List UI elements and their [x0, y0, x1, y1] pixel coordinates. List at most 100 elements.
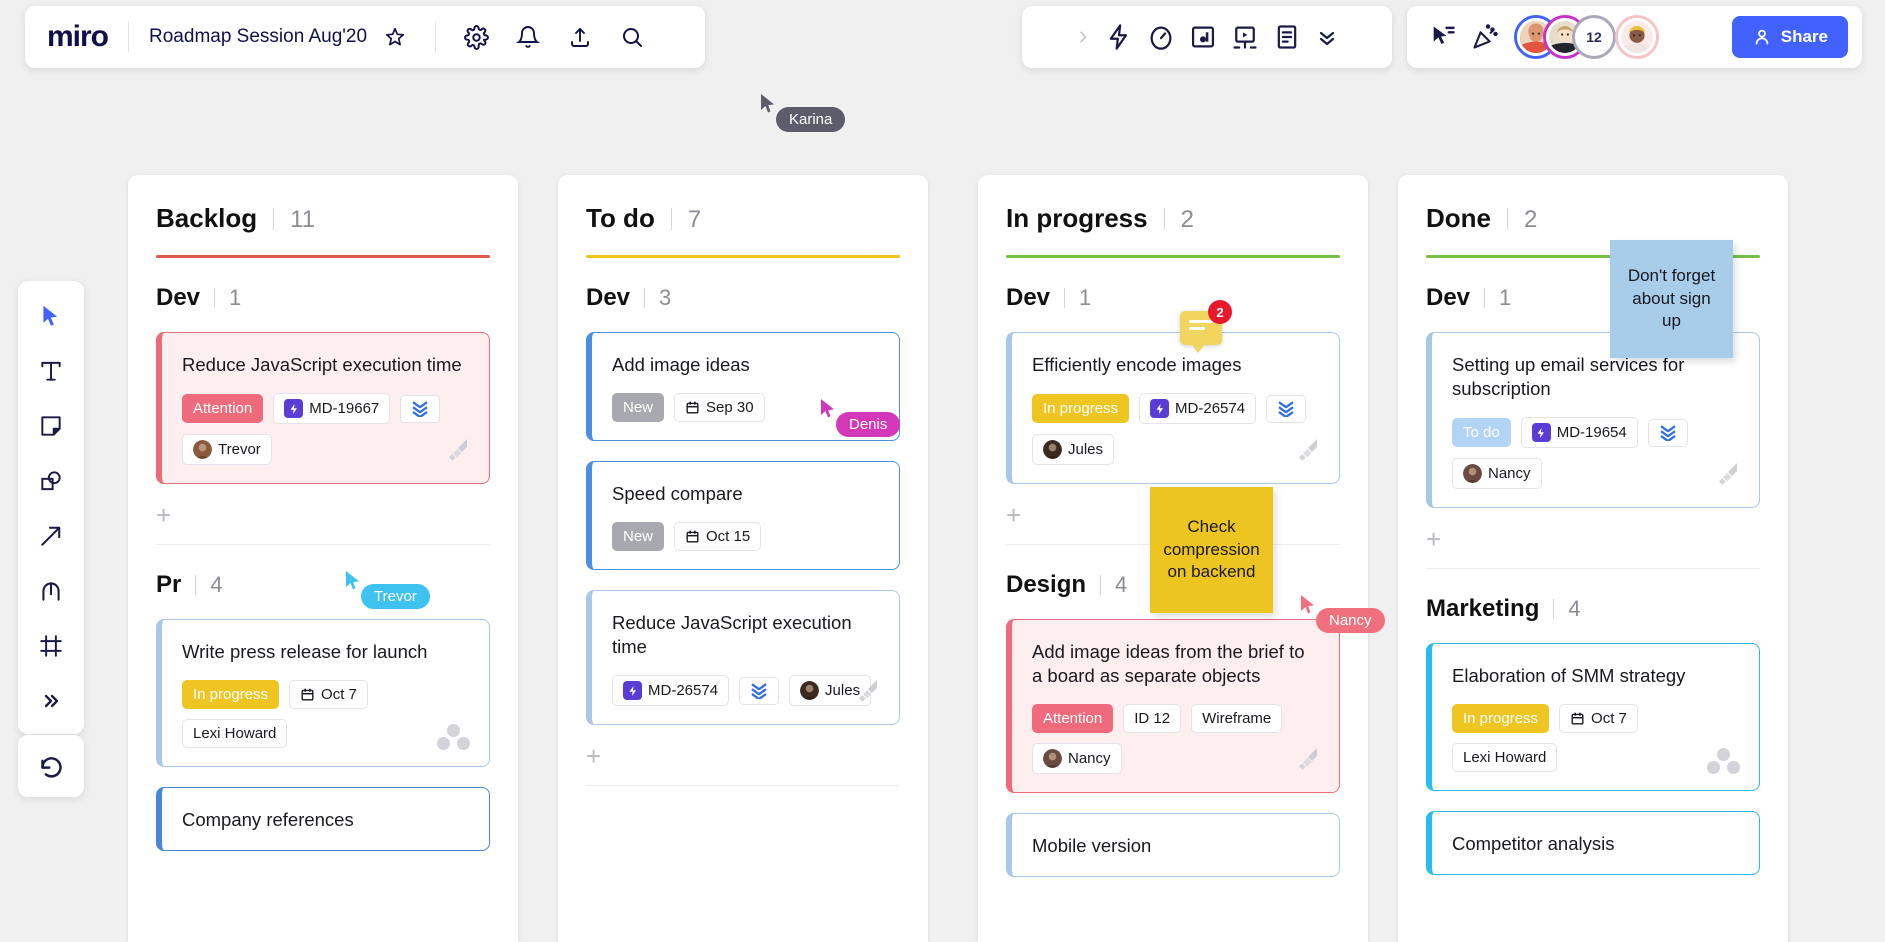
group-header: Dev 1: [156, 284, 490, 312]
due-date-chip[interactable]: Oct 7: [1559, 704, 1638, 734]
tag-chip[interactable]: Lexi Howard: [182, 719, 288, 749]
add-card-button[interactable]: +: [1426, 526, 1760, 570]
media-icon[interactable]: [1189, 23, 1217, 51]
assignee-chip[interactable]: Trevor: [182, 434, 272, 466]
sticky-note-compression[interactable]: Check compression on backend: [1150, 487, 1273, 613]
divider: [1553, 599, 1555, 620]
jira-logo-icon: [1295, 436, 1321, 467]
group-title: Pr: [156, 571, 182, 599]
divider: [644, 288, 646, 308]
chevron-right-icon[interactable]: [1075, 29, 1091, 45]
group-header: Marketing 4: [1426, 595, 1760, 623]
task-card[interactable]: Speed compare New Oct 15: [586, 461, 900, 571]
priority-chip[interactable]: [739, 676, 780, 705]
jira-logo-icon: [855, 677, 881, 708]
task-card[interactable]: Reduce JavaScript execution time Attentio…: [156, 332, 490, 485]
assignee-chip[interactable]: Nancy: [1452, 458, 1542, 490]
comment-bubble[interactable]: 2: [1180, 300, 1232, 353]
lightning-icon[interactable]: [1105, 23, 1133, 51]
task-card-chips: In progress Oct 7 Lexi Howard: [1452, 704, 1737, 773]
jira-ticket-label: MD-19667: [309, 400, 380, 418]
task-card[interactable]: Reduce JavaScript execution time MD-26574…: [586, 590, 900, 726]
task-card[interactable]: Setting up email services for subscripti…: [1426, 332, 1760, 509]
overflow-count-badge[interactable]: 12: [1575, 18, 1613, 56]
priority-chip[interactable]: [1266, 394, 1307, 423]
avatar-current-user[interactable]: [1618, 18, 1656, 56]
task-card[interactable]: Efficiently encode images In progress MD-2…: [1006, 300, 1340, 485]
tag-chip[interactable]: Lexi Howard: [1452, 743, 1558, 773]
add-card-button[interactable]: +: [586, 743, 900, 787]
task-card-title: Mobile version: [1032, 835, 1152, 857]
board-title[interactable]: Roadmap Session Aug'20: [149, 26, 367, 48]
jira-logo-icon: [1295, 745, 1321, 776]
jira-icon: [623, 681, 642, 701]
chevron-double-down-icon[interactable]: [1315, 25, 1339, 49]
task-card[interactable]: Add image ideas from the brief to a boar…: [1006, 619, 1340, 794]
miro-logo[interactable]: miro: [47, 22, 109, 52]
status-badge[interactable]: In progress: [1452, 704, 1550, 734]
cursor-label: Nancy: [1316, 608, 1385, 633]
task-card[interactable]: Competitor analysis: [1426, 811, 1760, 876]
status-badge[interactable]: Attention: [182, 394, 264, 424]
divider: [214, 288, 216, 308]
jira-ticket-chip[interactable]: MD-19667: [273, 393, 391, 425]
status-badge[interactable]: In progress: [182, 680, 280, 710]
upload-icon[interactable]: [560, 17, 600, 57]
group-header: Pr 4: [156, 571, 490, 599]
status-badge[interactable]: To do: [1452, 418, 1511, 448]
status-badge[interactable]: Attention: [1032, 704, 1114, 734]
task-card[interactable]: Company references: [156, 787, 490, 852]
party-popper-icon[interactable]: [1471, 23, 1499, 51]
jira-ticket-chip[interactable]: MD-26574: [1139, 393, 1257, 425]
asana-dots-icon: [1707, 748, 1741, 775]
assignee-chip[interactable]: Nancy: [1032, 743, 1122, 775]
notes-icon[interactable]: [1273, 23, 1301, 51]
cursor-share-icon[interactable]: [1429, 23, 1457, 51]
divider: [1507, 207, 1508, 230]
jira-ticket-chip[interactable]: MD-19654: [1520, 417, 1638, 449]
task-card[interactable]: Mobile version: [1006, 813, 1340, 878]
jira-icon: [1150, 399, 1170, 419]
add-card-button[interactable]: +: [156, 502, 490, 546]
gear-icon[interactable]: [456, 17, 496, 57]
bell-icon[interactable]: [508, 17, 548, 57]
jira-logo-icon: [1715, 460, 1741, 491]
divider: [195, 575, 197, 596]
group-count: 4: [1115, 572, 1128, 598]
group-title: Marketing: [1426, 595, 1540, 623]
share-button[interactable]: Share: [1731, 16, 1848, 58]
column-count: 11: [290, 206, 316, 233]
group-marketing: Marketing 4 Elaboration of SMM strategy In …: [1426, 595, 1760, 876]
tag-chip[interactable]: Wireframe: [1191, 704, 1283, 734]
task-card-chips: Attention ID 12 Wireframe Nancy: [1032, 704, 1317, 775]
assignee-chip[interactable]: Jules: [1032, 434, 1115, 466]
column-title: Backlog: [156, 203, 258, 233]
task-card[interactable]: Elaboration of SMM strategy In progress Oc…: [1426, 643, 1760, 792]
collaborator-avatars[interactable]: 12: [1517, 18, 1613, 56]
status-badge[interactable]: New: [612, 393, 665, 423]
group-title: Dev: [156, 284, 201, 311]
search-icon[interactable]: [612, 17, 652, 57]
priority-chip[interactable]: [400, 394, 441, 423]
task-card-chips: MD-26574 Jules: [612, 675, 877, 707]
header-left-panel: miro Roadmap Session Aug'20: [25, 6, 705, 68]
jira-ticket-chip[interactable]: MD-26574: [612, 675, 730, 707]
priority-chip[interactable]: [1647, 418, 1688, 447]
due-date-chip[interactable]: Sep 30: [674, 393, 765, 423]
due-date-chip[interactable]: Oct 15: [674, 522, 762, 552]
tag-chip[interactable]: ID 12: [1123, 704, 1182, 734]
status-badge[interactable]: New: [612, 522, 665, 552]
task-card[interactable]: Write press release for launch In progres…: [156, 619, 490, 768]
star-icon[interactable]: [375, 17, 415, 57]
jira-icon: [1531, 423, 1551, 443]
sticky-note-signup[interactable]: Don't forget about sign up: [1610, 240, 1733, 358]
comment-count-badge: 2: [1208, 300, 1232, 324]
group-dev: Dev 3 Add image ideas New Sep 30 Speed compar…: [586, 284, 900, 787]
board-canvas[interactable]: miro Roadmap Session Aug'20 12 Share Bac…: [0, 0, 1885, 942]
due-date-label: Sep 30: [706, 399, 754, 417]
timer-icon[interactable]: [1147, 23, 1175, 51]
due-date-chip[interactable]: Oct 7: [289, 680, 368, 710]
presentation-icon[interactable]: [1231, 23, 1259, 51]
cursor-trevor: Trevor: [345, 570, 430, 609]
status-badge[interactable]: In progress: [1032, 394, 1130, 424]
